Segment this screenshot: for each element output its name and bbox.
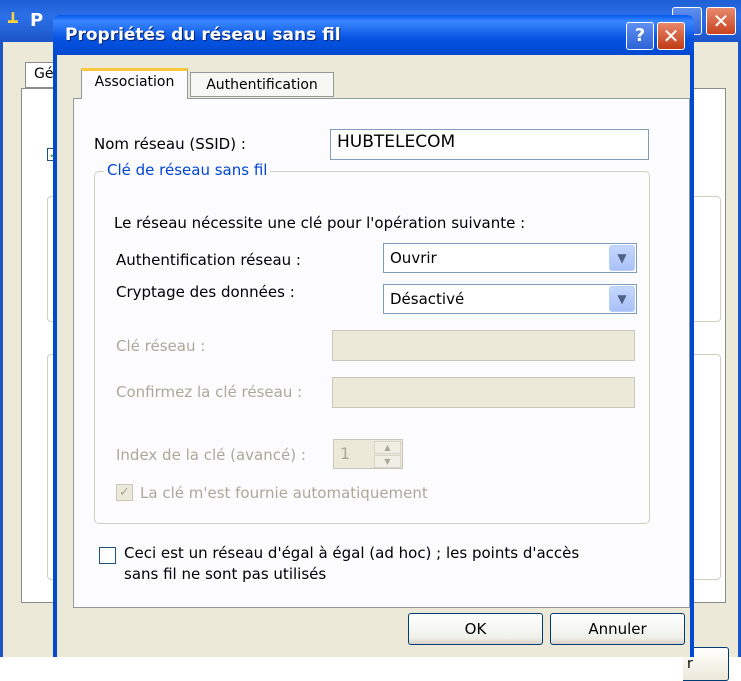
adhoc-label-line2: sans fil ne sont pas utilisés bbox=[124, 565, 327, 583]
ssid-input[interactable]: HUBTELECOM bbox=[330, 129, 649, 160]
help-button[interactable]: ? bbox=[626, 22, 654, 50]
chevron-down-icon[interactable]: ▼ bbox=[609, 286, 635, 312]
auth-label: Authentification réseau : bbox=[116, 251, 301, 269]
cancel-button[interactable]: Annuler bbox=[550, 613, 685, 645]
ssid-label: Nom réseau (SSID) : bbox=[94, 135, 246, 153]
spin-up-icon[interactable]: ▲ bbox=[374, 441, 401, 454]
auto-key-label: La clé m'est fournie automatiquement bbox=[140, 484, 428, 502]
key-index-label: Index de la clé (avancé) : bbox=[116, 446, 306, 464]
association-panel: Nom réseau (SSID) : HUBTELECOM Clé de ré… bbox=[73, 98, 690, 608]
encryption-select[interactable]: Désactivé ▼ bbox=[383, 284, 637, 314]
parent-close-button[interactable]: ✕ bbox=[706, 7, 736, 35]
network-key-label: Clé réseau : bbox=[116, 337, 206, 355]
dialog-titlebar[interactable]: Propriétés du réseau sans fil ? ✕ bbox=[53, 15, 694, 55]
auto-key-checkbox[interactable]: ✓ bbox=[116, 484, 133, 501]
tab-authentication[interactable]: Authentification bbox=[190, 72, 334, 97]
close-button[interactable]: ✕ bbox=[657, 22, 685, 50]
key-index-stepper[interactable]: 1 ▲ ▼ bbox=[333, 439, 403, 469]
key-index-value: 1 bbox=[340, 444, 351, 463]
confirm-key-label: Confirmez la clé réseau : bbox=[116, 383, 303, 401]
network-icon: ┻ bbox=[8, 12, 18, 31]
chevron-down-icon[interactable]: ▼ bbox=[609, 245, 635, 271]
auth-select[interactable]: Ouvrir ▼ bbox=[383, 243, 637, 273]
parent-title: P bbox=[30, 10, 44, 31]
confirm-key-input[interactable] bbox=[332, 377, 635, 408]
parent-tab-general[interactable]: Gé bbox=[25, 62, 55, 88]
key-requirement-text: Le réseau nécessite une clé pour l'opéra… bbox=[114, 214, 526, 232]
tab-association[interactable]: Association bbox=[81, 68, 188, 99]
dialog-title: Propriétés du réseau sans fil bbox=[65, 25, 341, 45]
wireless-properties-dialog: Propriétés du réseau sans fil ? ✕ Associ… bbox=[53, 15, 694, 657]
network-key-input[interactable] bbox=[332, 330, 635, 361]
ok-button[interactable]: OK bbox=[408, 613, 543, 645]
adhoc-label-line1: Ceci est un réseau d'égal à égal (ad hoc… bbox=[124, 544, 580, 562]
spin-down-icon[interactable]: ▼ bbox=[374, 455, 401, 468]
encryption-select-value: Désactivé bbox=[390, 290, 465, 308]
wireless-key-legend: Clé de réseau sans fil bbox=[104, 161, 271, 179]
auth-select-value: Ouvrir bbox=[390, 249, 437, 267]
encryption-label: Cryptage des données : bbox=[116, 283, 295, 301]
adhoc-checkbox[interactable] bbox=[99, 547, 116, 564]
